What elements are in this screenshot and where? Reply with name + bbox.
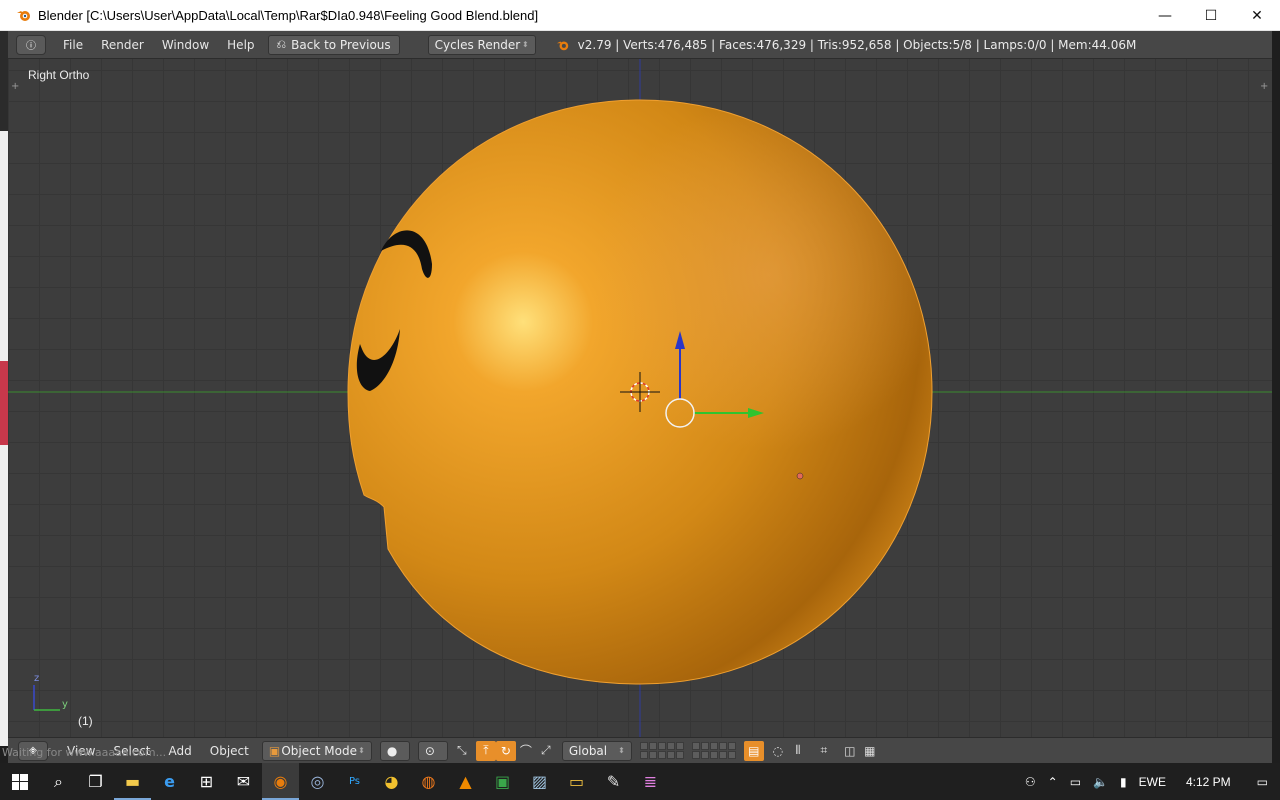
search-icon[interactable]: ⌕: [40, 763, 77, 800]
minimize-button[interactable]: —: [1142, 0, 1188, 31]
library-icon[interactable]: ≣: [632, 763, 669, 800]
steam-icon[interactable]: ◎: [299, 763, 336, 800]
rotate-manipulator-icon[interactable]: ↻: [495, 740, 516, 761]
updown-arrow-icon: ⬍: [521, 40, 529, 49]
network-icon[interactable]: ▮: [1114, 775, 1133, 789]
language-indicator[interactable]: EWE: [1133, 775, 1172, 789]
blender-icon: [17, 11, 30, 21]
menu-render[interactable]: Render: [92, 38, 153, 52]
notepad-icon[interactable]: ▭: [558, 763, 595, 800]
3d-view-header: ◈ View Select Add Object ▣ Object Mode ⬍…: [8, 737, 1272, 763]
3d-viewport[interactable]: Right Ortho + + z y (1): [8, 59, 1272, 737]
task-view-icon[interactable]: ❐: [77, 763, 114, 800]
editor-type-selector[interactable]: ⓘ: [16, 34, 46, 55]
photoshop-icon[interactable]: Ps: [336, 763, 373, 800]
manipulator-toggle-icon[interactable]: ⤡: [452, 741, 472, 761]
clock[interactable]: 4:12 PM: [1172, 775, 1245, 789]
opengl-render-icon[interactable]: ◫: [840, 741, 860, 761]
show-hidden-icon[interactable]: ⌃: [1042, 775, 1064, 789]
frame-number: (1): [78, 714, 93, 728]
viewport-scene: [8, 59, 1272, 737]
viewport-shading-dropdown[interactable]: ●: [379, 740, 410, 761]
translate-manipulator-icon[interactable]: ⤒: [475, 740, 496, 761]
render-engine-dropdown[interactable]: Cycles Render ⬍: [427, 34, 536, 55]
store-icon[interactable]: ⊞: [188, 763, 225, 800]
layer-buttons-2[interactable]: [691, 742, 736, 759]
info-header: ⓘ File Render Window Help ⎌ Back to Prev…: [8, 31, 1272, 59]
mail-icon[interactable]: ✉: [225, 763, 262, 800]
chrome-icon[interactable]: ◕: [373, 763, 410, 800]
updown-arrow-icon: ⬍: [358, 746, 365, 755]
object-origin-point[interactable]: [796, 472, 804, 480]
blender-logo-icon: [556, 41, 568, 50]
snap-toggle-icon[interactable]: ⌗: [814, 741, 834, 761]
scale-manipulator-icon[interactable]: ⌒: [516, 741, 536, 761]
file-explorer-icon[interactable]: ▬: [114, 763, 151, 800]
updown-arrow-icon: ⬍: [618, 746, 625, 755]
info-icon: ⓘ: [26, 41, 36, 52]
solid-sphere-icon: ●: [386, 743, 398, 758]
status-text: Waiting for www.aaaaa.com...: [2, 746, 167, 759]
pivot-point-dropdown[interactable]: ⊙: [417, 740, 448, 761]
background-window-edge: [0, 31, 8, 746]
scene-stats: v2.79 | Verts:476,485 | Faces:476,329 | …: [556, 38, 1136, 52]
battery-icon[interactable]: ▭: [1064, 775, 1087, 789]
menu-object[interactable]: Object: [201, 744, 258, 758]
menu-help[interactable]: Help: [218, 38, 263, 52]
back-to-previous-button[interactable]: ⎌ Back to Previous: [267, 34, 400, 55]
axis-z-label: z: [34, 673, 40, 684]
menu-window[interactable]: Window: [153, 38, 218, 52]
system-tray: ⚇ ⌃ ▭ 🔈 ▮ EWE 4:12 PM ▭: [1019, 763, 1280, 800]
edge-icon[interactable]: e: [151, 763, 188, 800]
people-icon[interactable]: ⚇: [1019, 775, 1042, 789]
scale-tool-icon[interactable]: ⤢: [536, 741, 556, 761]
snap-element-icon[interactable]: ⫴: [788, 741, 808, 761]
window-title: Blender [C:\Users\User\AppData\Local\Tem…: [38, 7, 539, 23]
back-icon: ⎌: [276, 37, 287, 51]
vlc-icon[interactable]: ▲: [447, 763, 484, 800]
mode-dropdown[interactable]: ▣ Object Mode ⬍: [261, 740, 372, 761]
lock-layers-icon[interactable]: ▤: [743, 740, 764, 761]
layer-buttons[interactable]: [639, 742, 684, 759]
blender-icon[interactable]: ◉: [262, 763, 299, 800]
menu-file[interactable]: File: [54, 38, 92, 52]
photos-icon[interactable]: ▨: [521, 763, 558, 800]
volume-icon[interactable]: 🔈: [1087, 775, 1114, 789]
maximize-button[interactable]: ☐: [1188, 0, 1234, 31]
firefox-icon[interactable]: ◍: [410, 763, 447, 800]
windows-taskbar: ⌕ ❐ ▬ e ⊞ ✉ ◉ ◎ Ps ◕ ◍ ▲ ▣ ▨ ▭ ✎ ≣ ⚇ ⌃ ▭…: [0, 763, 1280, 800]
windows-start-icon[interactable]: [0, 763, 40, 800]
opengl-anim-icon[interactable]: ▦: [860, 741, 880, 761]
axis-indicator: [33, 685, 60, 711]
cube-icon: ▣: [268, 743, 281, 758]
pivot-icon: ⊙: [424, 743, 435, 758]
excel-icon[interactable]: ▣: [484, 763, 521, 800]
close-button[interactable]: ✕: [1234, 0, 1280, 31]
transform-orientation-dropdown[interactable]: Global ⬍: [561, 740, 632, 761]
axis-y-label: y: [62, 699, 68, 710]
window-titlebar: Blender [C:\Users\User\AppData\Local\Tem…: [0, 0, 1280, 31]
notifications-icon[interactable]: ▭: [1245, 775, 1280, 789]
paint-icon[interactable]: ✎: [595, 763, 632, 800]
proportional-edit-icon[interactable]: ◌: [768, 741, 788, 761]
